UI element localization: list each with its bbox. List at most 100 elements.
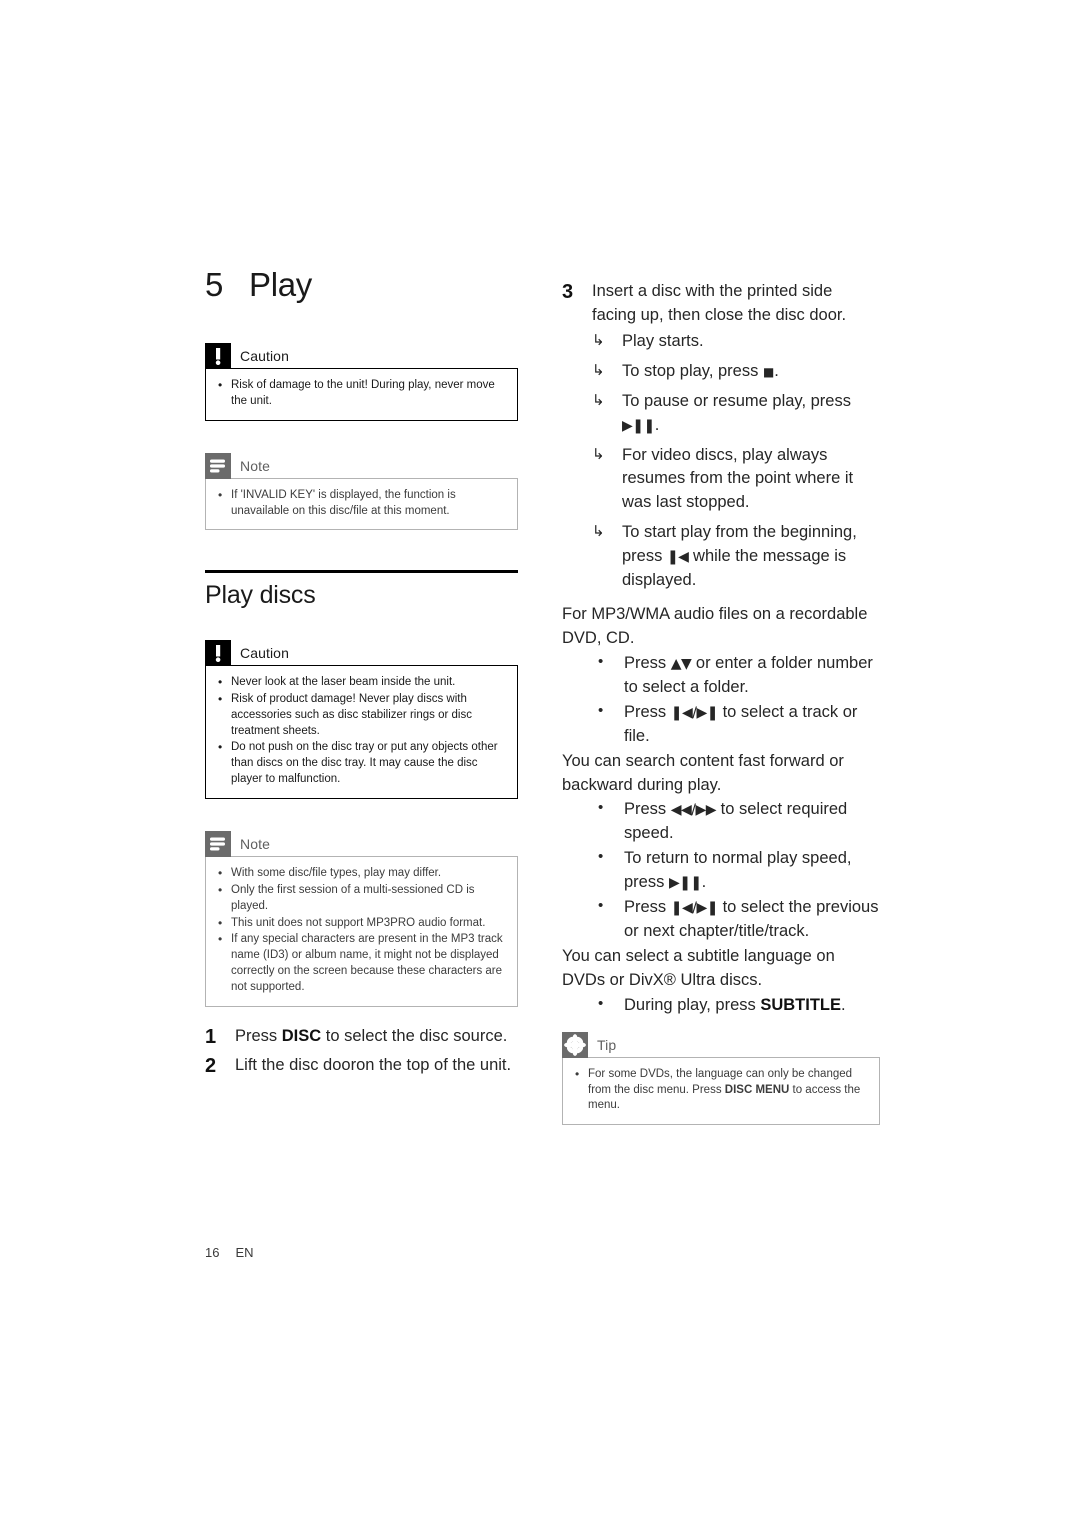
result-text-after: .: [774, 361, 779, 380]
chapter-title-text: Play: [249, 266, 312, 303]
page-language: EN: [235, 1245, 254, 1260]
list-item: Press ◀◀/▶▶ to select required speed.: [562, 797, 880, 846]
list-item: If 'INVALID KEY' is displayed, the funct…: [216, 487, 507, 520]
step-3-results: ↳ Play starts. ↳ To stop play, press ■. …: [592, 330, 880, 593]
exclamation-icon: [205, 343, 231, 369]
subtitle-bullet-list: During play, press SUBTITLE.: [562, 993, 880, 1018]
result-text: For video discs, play always resumes fro…: [622, 445, 854, 512]
caution-box-2-body: Never look at the laser beam inside the …: [205, 664, 518, 799]
right-hook-arrow-icon: ↳: [592, 523, 605, 541]
left-column: 5 Play Caution Risk of damage to the uni…: [205, 268, 518, 1083]
note-box-1: Note If 'INVALID KEY' is displayed, the …: [205, 452, 518, 531]
list-item: Do not push on the disc tray or put any …: [216, 739, 507, 788]
bullet-text-before: Press: [624, 800, 671, 819]
caution-box-1-label: Caution: [240, 348, 289, 364]
caution-box-2-label: Caution: [240, 644, 289, 661]
step-1-text: Press DISC to select the disc source.: [235, 1025, 518, 1049]
chapter-number: 5: [205, 266, 224, 303]
tip-box-body: For some DVDs, the language can only be …: [562, 1056, 880, 1126]
section-heading: Play discs: [205, 581, 316, 610]
step-3: 3 Insert a disc with the printed side fa…: [562, 280, 880, 328]
caution-box-2-header: Caution: [205, 639, 518, 666]
note-box-2-label: Note: [240, 835, 270, 852]
step-1-number: 1: [205, 1025, 217, 1048]
bullet-text-before: To return to normal play speed, press: [624, 849, 852, 892]
step-1-text-before: Press: [235, 1026, 282, 1045]
caution-box-2-list: Never look at the laser beam inside the …: [216, 674, 507, 788]
step-1: 1 Press DISC to select the disc source.: [205, 1025, 518, 1049]
search-intro-paragraph: You can search content fast forward or b…: [562, 751, 844, 794]
list-item: With some disc/file types, play may diff…: [216, 865, 507, 882]
tip-keyword: DISC MENU: [724, 1083, 790, 1096]
tip-box-header: Tip: [562, 1031, 880, 1058]
page-number: 16: [205, 1245, 220, 1260]
stop-symbol-icon: ■: [762, 364, 775, 379]
note-box-1-label: Note: [240, 457, 270, 474]
note-box-2: Note With some disc/file types, play may…: [205, 830, 518, 1007]
caution-box-1-body: Risk of damage to the unit! During play,…: [205, 368, 518, 421]
list-item: If any special characters are present in…: [216, 931, 507, 995]
step-1-keyword: DISC: [281, 1026, 322, 1045]
list-item: Press ❚◀/▶❚ to select a track or file.: [562, 700, 880, 749]
right-column: 3 Insert a disc with the printed side fa…: [562, 280, 880, 1143]
list-item: For some DVDs, the language can only be …: [573, 1066, 869, 1115]
right-hook-arrow-icon: ↳: [592, 331, 605, 349]
result-item: ↳ To stop play, press ■.: [592, 360, 880, 384]
result-item: ↳ To start play from the beginning, pres…: [592, 521, 880, 593]
search-bullet-list: Press ◀◀/▶▶ to select required speed. To…: [562, 797, 880, 944]
section-play-discs: Play discs: [205, 570, 518, 610]
result-text-before: To pause or resume play, press: [622, 391, 851, 410]
list-item: This unit does not support MP3PRO audio …: [216, 915, 507, 932]
step-3-text: Insert a disc with the printed side faci…: [592, 282, 847, 324]
caution-box-1-list: Risk of damage to the unit! During play,…: [216, 377, 507, 410]
caution-box-1: Caution Risk of damage to the unit! Duri…: [205, 343, 518, 421]
mp3-bullet-list: Press ▲▼ or enter a folder number to sel…: [562, 651, 880, 749]
list-item: During play, press SUBTITLE.: [562, 993, 880, 1018]
note-box-2-header: Note: [205, 830, 518, 857]
list-item: Risk of damage to the unit! During play,…: [216, 377, 507, 410]
tip-box-label: Tip: [597, 1036, 617, 1053]
bullet-text-before: Press: [624, 898, 671, 917]
result-item: ↳ To pause or resume play, press ▶❚❚.: [592, 390, 880, 438]
result-text-before: To stop play, press: [622, 361, 763, 380]
note-box-1-header: Note: [205, 452, 518, 479]
rewind-forward-icon: ◀◀/▶▶: [670, 802, 717, 819]
step-2-number: 2: [205, 1054, 217, 1077]
bullet-text-after: .: [841, 995, 846, 1014]
step-2: 2 Lift the disc dooron the top of the un…: [205, 1054, 518, 1078]
asterisk-icon: [562, 1031, 588, 1058]
right-hook-arrow-icon: ↳: [592, 445, 605, 463]
list-item: Only the first session of a multi-sessio…: [216, 882, 507, 915]
procedure-steps: 1 Press DISC to select the disc source. …: [205, 1025, 518, 1078]
note-box-1-list: If 'INVALID KEY' is displayed, the funct…: [216, 487, 507, 520]
tip-box-list: For some DVDs, the language can only be …: [573, 1066, 869, 1115]
section-divider: [205, 570, 518, 574]
note-lines-icon: [205, 830, 231, 857]
result-item: ↳ For video discs, play always resumes f…: [592, 444, 880, 516]
prev-next-track-icon: ❚◀/▶❚: [670, 704, 719, 721]
note-box-2-list: With some disc/file types, play may diff…: [216, 865, 507, 996]
step-2-text: Lift the disc dooron the top of the unit…: [235, 1055, 512, 1074]
play-pause-symbol-icon: ▶❚❚: [668, 875, 702, 892]
list-item: To return to normal play speed, press ▶❚…: [562, 846, 880, 895]
mp3-intro-paragraph: For MP3/WMA audio files on a recordable …: [562, 605, 868, 647]
bullet-text-before: Press: [624, 702, 671, 721]
note-lines-icon: [205, 452, 231, 479]
bullet-text-after: .: [701, 873, 707, 892]
caution-box-2: Caution Never look at the laser beam ins…: [205, 639, 518, 799]
tip-box: Tip For some DVDs, the language can only…: [562, 1031, 880, 1126]
subtitle-keyword: SUBTITLE: [760, 995, 842, 1014]
right-hook-arrow-icon: ↳: [592, 391, 605, 409]
list-item: Press ▲▼ or enter a folder number to sel…: [562, 651, 880, 700]
page-footer: 16 EN: [205, 1245, 254, 1260]
page-title: 5 Play: [205, 268, 518, 301]
bullet-text-before: During play, press: [624, 995, 761, 1014]
step-3-number: 3: [562, 281, 574, 303]
caution-box-1-header: Caution: [205, 343, 518, 369]
result-text: Play starts.: [622, 331, 704, 350]
subtitle-intro-paragraph: You can select a subtitle language on DV…: [562, 946, 835, 989]
exclamation-icon: [205, 639, 231, 666]
up-down-arrows-icon: ▲▼: [670, 655, 692, 672]
right-hook-arrow-icon: ↳: [592, 361, 605, 379]
bullet-text-before: Press: [624, 653, 671, 672]
